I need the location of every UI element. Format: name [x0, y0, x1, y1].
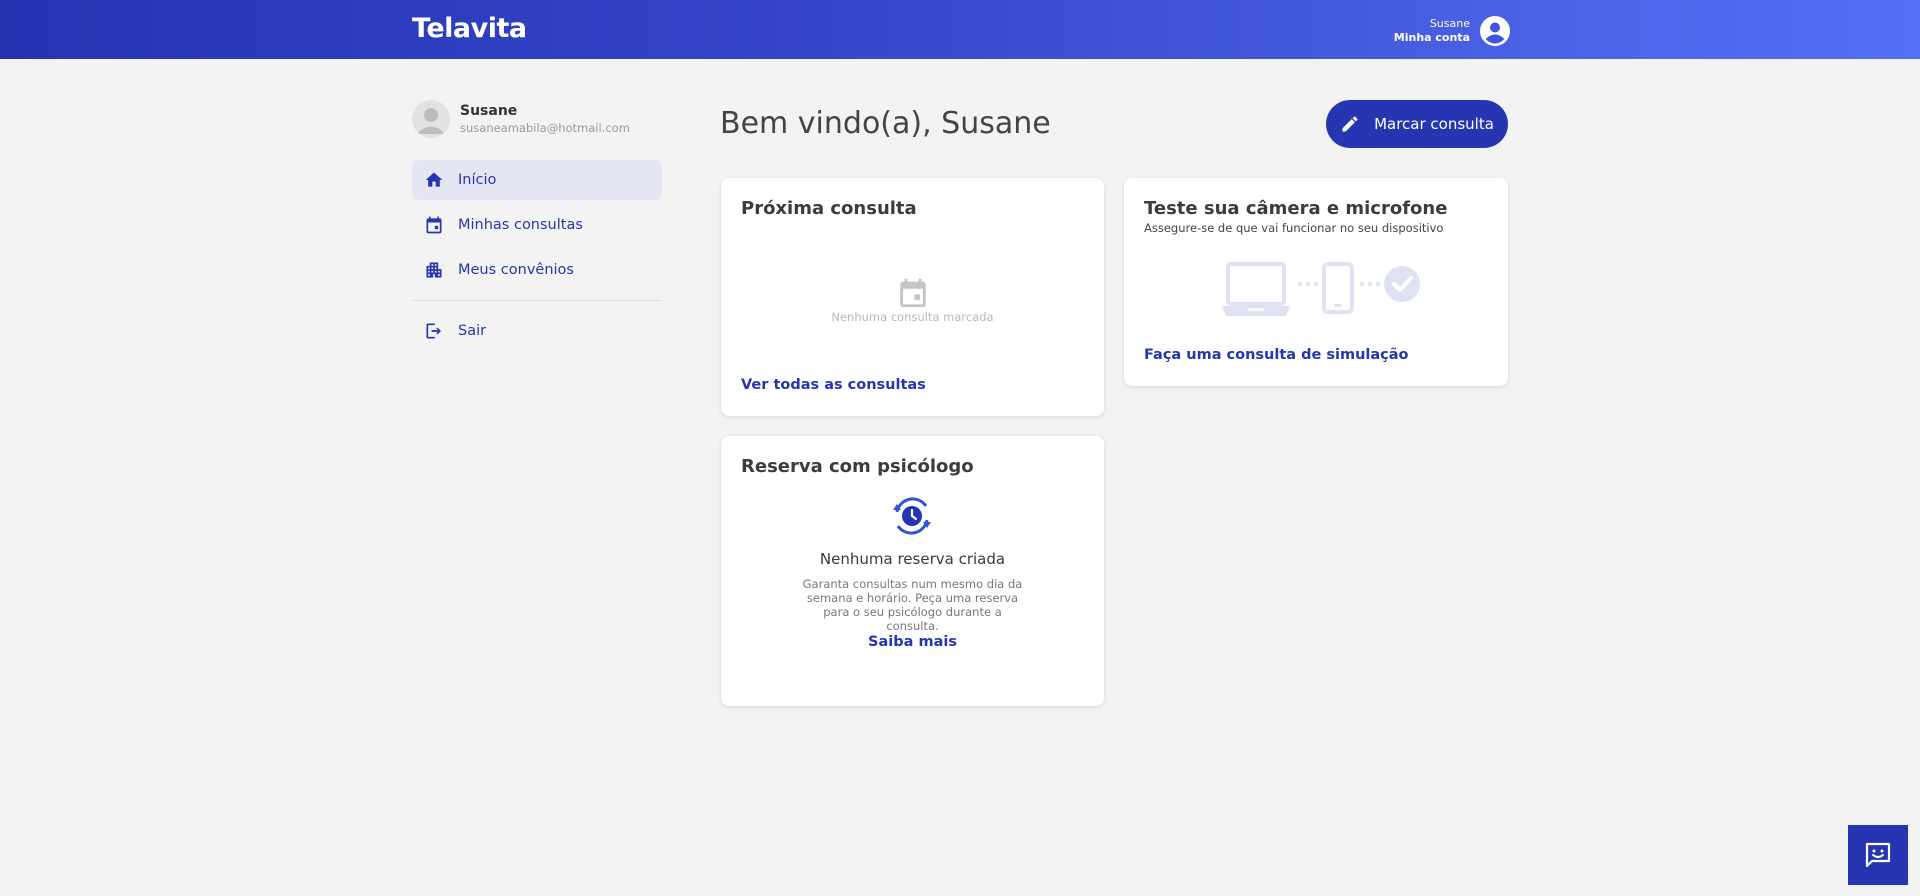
check-circle-icon: [1384, 266, 1420, 302]
empty-state-text: Nenhuma consulta marcada: [831, 310, 994, 324]
calendar-empty-icon: [900, 278, 926, 308]
card-subtitle: Assegure-se de que vai funcionar no seu …: [1144, 221, 1444, 235]
logout-icon: [426, 323, 441, 339]
card-title: Reserva com psicólogo: [741, 456, 974, 477]
sidebar-item-label: Início: [458, 172, 497, 188]
home-icon: [425, 172, 443, 187]
laptop-icon: [1222, 262, 1290, 316]
book-appointment-label: Marcar consulta: [1374, 115, 1494, 133]
recurring-clock-icon: [893, 497, 931, 535]
reservation-empty-heading: Nenhuma reserva criada: [819, 550, 1006, 568]
sidebar-item-meus-convenios[interactable]: Meus convênios: [412, 250, 662, 290]
devices-illustration: [1222, 262, 1420, 316]
view-all-appointments-link[interactable]: Ver todas as consultas: [741, 377, 926, 393]
building-icon: [426, 262, 442, 278]
avatar-placeholder-icon: [417, 108, 445, 134]
my-account-link[interactable]: Minha conta: [1394, 31, 1470, 45]
account-text: Susane Minha conta: [1394, 17, 1470, 45]
sidebar-nav: Início Minhas consultas Meus convênios S…: [412, 160, 662, 356]
profile-email: susaneamabila@hotmail.com: [460, 121, 630, 135]
device-test-card: Teste sua câmera e microfone Assegure-se…: [1124, 178, 1508, 386]
user-circle-icon[interactable]: [1480, 16, 1510, 46]
sidebar-profile: Susane susaneamabila@hotmail.com: [412, 100, 630, 138]
pencil-icon: [1342, 116, 1358, 132]
calendar-icon: [426, 216, 442, 234]
phone-icon: [1322, 262, 1354, 314]
psychologist-reservation-card: Reserva com psicólogo Nenhuma reserva cr…: [721, 436, 1104, 706]
reservation-description: Garanta consultas num mesmo dia da seman…: [802, 577, 1023, 633]
sidebar-item-sair[interactable]: Sair: [412, 311, 662, 351]
avatar: [412, 100, 450, 138]
card-title: Teste sua câmera e microfone: [1144, 198, 1448, 219]
next-appointment-card: Próxima consulta Nenhuma consulta marcad…: [721, 178, 1104, 416]
sidebar-item-inicio[interactable]: Início: [412, 160, 662, 200]
sidebar-item-minhas-consultas[interactable]: Minhas consultas: [412, 205, 662, 245]
chat-support-button[interactable]: [1848, 825, 1908, 885]
account-menu[interactable]: Susane Minha conta: [1394, 16, 1510, 46]
sidebar-item-label: Meus convênios: [458, 262, 574, 278]
card-title: Próxima consulta: [741, 198, 917, 219]
top-header: Telavita Susane Minha conta: [0, 0, 1920, 59]
learn-more-link[interactable]: Saiba mais: [721, 634, 1104, 650]
telavita-logo[interactable]: Telavita: [412, 13, 527, 44]
nav-divider: [412, 300, 662, 301]
chat-bubble-icon: [1865, 842, 1891, 868]
sidebar-item-label: Sair: [458, 323, 487, 339]
sidebar-item-label: Minhas consultas: [458, 217, 583, 233]
profile-name: Susane: [460, 103, 518, 119]
book-appointment-button[interactable]: Marcar consulta: [1326, 100, 1508, 148]
page-title: Bem vindo(a), Susane: [720, 106, 1051, 141]
simulation-appointment-link[interactable]: Faça uma consulta de simulação: [1144, 347, 1409, 363]
account-name: Susane: [1429, 17, 1470, 30]
